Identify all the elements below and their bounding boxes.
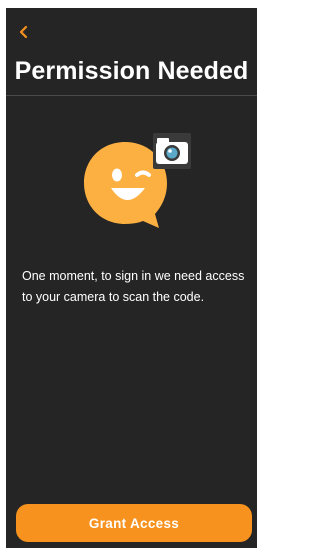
grant-access-button[interactable]: Grant Access (16, 504, 252, 542)
back-button[interactable] (14, 22, 34, 42)
app-screen: Permission Needed One moment, to sign in… (6, 8, 257, 548)
permission-illustration (81, 128, 191, 238)
camera-icon (153, 133, 191, 169)
chevron-left-icon (19, 25, 28, 39)
page-title: Permission Needed (14, 57, 249, 85)
permission-message: One moment, to sign in we need access to… (22, 269, 245, 304)
header-divider (6, 95, 257, 96)
